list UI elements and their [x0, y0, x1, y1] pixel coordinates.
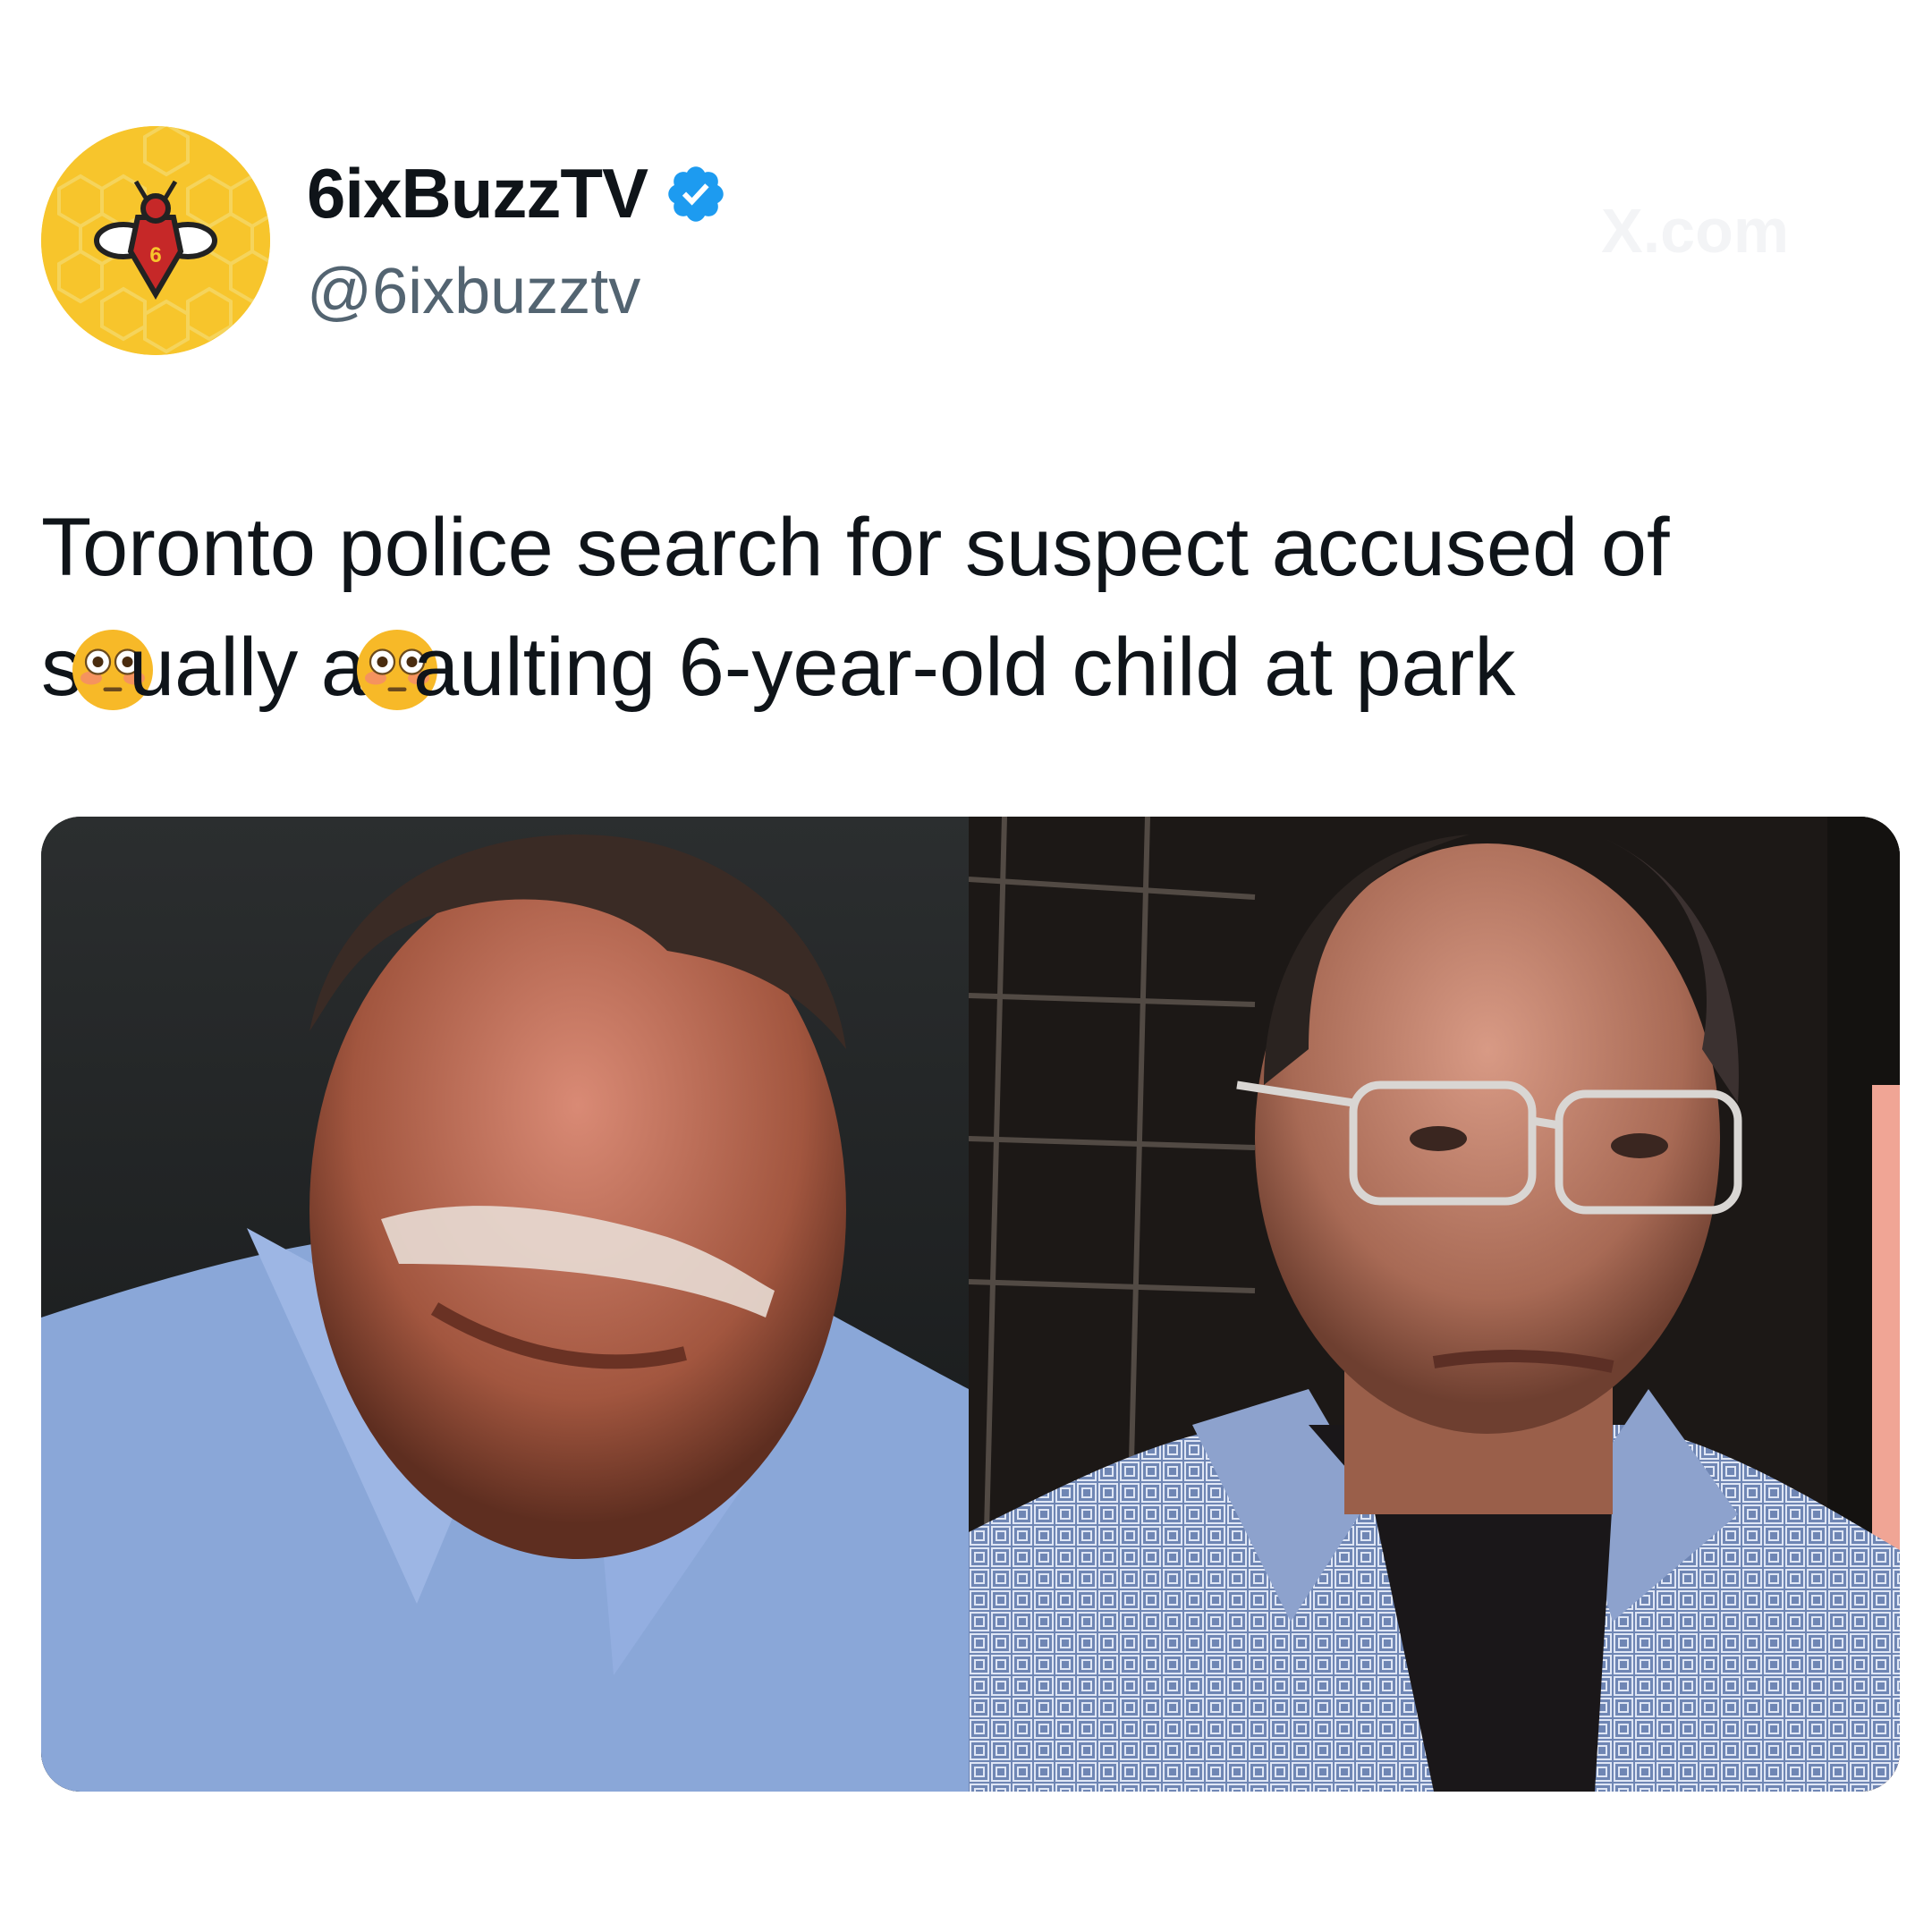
tweet-media[interactable]	[41, 817, 1900, 1792]
svg-text:6: 6	[149, 243, 161, 267]
display-name-text: 6ixBuzzTV	[307, 154, 648, 233]
media-photo-2[interactable]	[969, 817, 1900, 1792]
watermark: X.com	[1601, 196, 1790, 266]
verified-badge-icon	[664, 162, 728, 226]
tweet-text-part: aulting 6-year-old child at park	[412, 622, 1516, 713]
photo-suspect-portrait-icon	[969, 817, 1900, 1792]
photo-suspect-looking-down-icon	[41, 817, 969, 1792]
media-photo-1[interactable]	[41, 817, 969, 1792]
account-handle[interactable]: @6ixbuzztv	[307, 255, 640, 328]
tweet-line-1: Toronto police search for suspect accuse…	[41, 502, 1670, 593]
tweet-screenshot: 6 6ixBuzzTV @6ixbuzztv X.com Toronto pol…	[0, 0, 1932, 1932]
tweet-text: Toronto police search for suspect accuse…	[41, 487, 1884, 727]
display-name[interactable]: 6ixBuzzTV	[307, 153, 728, 234]
avatar[interactable]: 6	[41, 126, 270, 355]
tweet-line-2: s ually a aulting 6-year-old child at park	[41, 607, 1884, 727]
bee-logo-icon: 6	[41, 126, 270, 355]
tweet-text-part: ually a	[129, 622, 367, 713]
